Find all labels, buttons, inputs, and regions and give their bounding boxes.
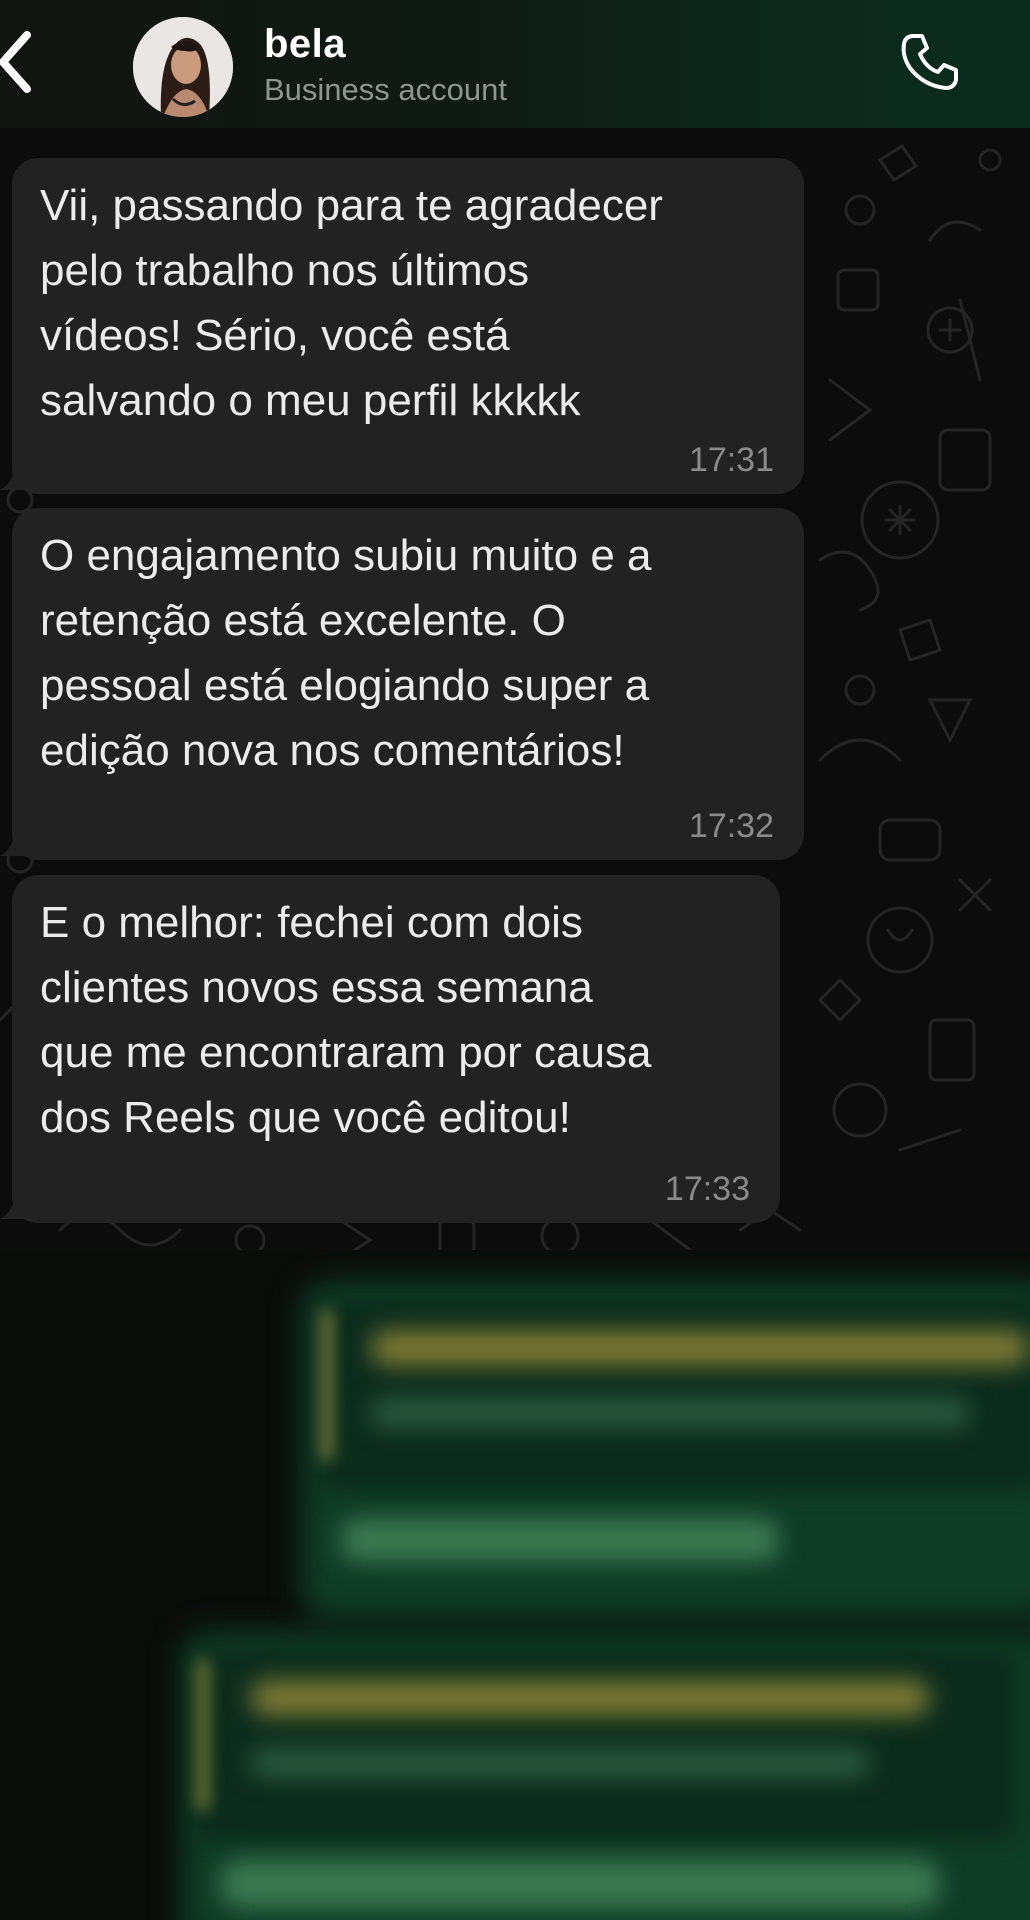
blurred-text bbox=[250, 1680, 930, 1716]
reply-quote-bar bbox=[322, 1310, 332, 1460]
chevron-left-icon bbox=[0, 31, 31, 93]
call-button[interactable] bbox=[898, 30, 962, 94]
blurred-outgoing-messages bbox=[0, 1250, 1030, 1920]
incoming-message[interactable]: O engajamento subiu muito e a retenção e… bbox=[12, 508, 804, 860]
message-text: O engajamento subiu muito e a retenção e… bbox=[40, 531, 652, 775]
blurred-text bbox=[250, 1748, 870, 1778]
contact-subtitle: Business account bbox=[264, 72, 507, 107]
blurred-text bbox=[340, 1518, 780, 1562]
contact-name[interactable]: bela bbox=[264, 22, 346, 67]
chat-screen: bela Business account Vii, passando para… bbox=[0, 0, 1030, 1920]
avatar[interactable] bbox=[133, 17, 233, 117]
blurred-text bbox=[370, 1398, 970, 1428]
phone-icon bbox=[901, 34, 958, 90]
blurred-text bbox=[220, 1860, 940, 1908]
reply-quote-blurred bbox=[320, 1300, 1030, 1490]
message-text: E o melhor: fechei com dois clientes nov… bbox=[40, 898, 652, 1142]
incoming-message[interactable]: Vii, passando para te agradecer pelo tra… bbox=[12, 158, 804, 494]
message-timestamp: 17:32 bbox=[688, 807, 774, 845]
reply-quote-blurred bbox=[196, 1650, 1016, 1840]
message-timestamp: 17:31 bbox=[688, 441, 774, 479]
back-button[interactable] bbox=[0, 22, 42, 102]
blurred-text bbox=[370, 1330, 1030, 1366]
message-text: Vii, passando para te agradecer pelo tra… bbox=[40, 181, 663, 425]
chat-header: bela Business account bbox=[0, 0, 1030, 128]
message-timestamp: 17:33 bbox=[664, 1170, 750, 1208]
incoming-message[interactable]: E o melhor: fechei com dois clientes nov… bbox=[12, 875, 780, 1223]
reply-quote-bar bbox=[198, 1660, 208, 1810]
